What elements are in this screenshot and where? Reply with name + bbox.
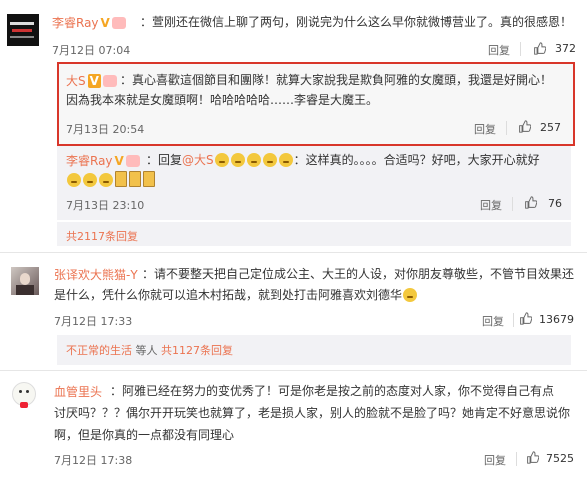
comment1-time: 7月12日 07:04 [52,44,131,57]
comment2-time: 7月12日 17:33 [54,315,133,328]
comment2-username[interactable]: 张译欢大熊猫-Y [54,266,138,283]
comment3-text-line1: ：阿雅已经在努力的变优秀了！可是你老是按之前的态度对人家，你不觉得自己有点 [110,384,555,398]
mention-link[interactable]: @大S [182,153,214,167]
comment1-username-row: 李睿Ray V [52,14,126,31]
avatar-xueguanlitou[interactable] [8,378,38,412]
comment3-username[interactable]: 血管里头 [54,383,102,400]
divider [512,197,513,211]
level-badge-icon [125,155,140,167]
reply1-username[interactable]: 大S [66,74,86,88]
vip-badge-icon: V [114,154,124,168]
vip-badge-icon: V [87,74,101,88]
comment1-username[interactable]: 李睿Ray [52,16,99,30]
emoji-icon [67,173,81,187]
replier-suffix: 等人 [135,344,158,357]
reply2-like-count: 76 [548,197,562,210]
emoji-icon [214,153,229,167]
reply1-text-line1: ：真心喜歡這個節目和團隊！就算大家說我是欺負阿雅的女魔頭，我還是好開心！ [120,73,553,87]
thumbs-up-icon[interactable] [518,120,531,133]
comment1-like-count: 372 [555,42,576,55]
reply2-prefix: ：回复 [146,153,183,167]
reply1-reply-button[interactable]: 回复 [474,121,496,137]
thumbs-up-icon[interactable] [524,196,537,209]
avatar-liruiray[interactable] [7,14,39,46]
emoji-icon [99,173,113,187]
comment2-reply-button[interactable]: 回复 [482,313,504,329]
reply2-text-line1: ：回复@大S ：这样真的。。。。合适吗？好吧，大家开心就好 [146,151,540,169]
reply2-username-row: 李睿Ray V [66,152,140,169]
divider [506,121,507,135]
replier-summary: 不正常的生活 等人 共1127条回复 [66,342,233,360]
replier-link[interactable]: 不正常的生活 [66,344,132,357]
comment1-text: ：萱刚还在微信上聊了两句，刚说完为什么这么早你就微博营业了。真的很感恩！ [140,15,573,29]
comment3-text-line2: 讨厌吗？？？偶尔开开玩笑也就算了，老是损人家，别人的脸就不是脸了吗？她肯定不好意… [54,406,571,420]
reply2-reply-button[interactable]: 回复 [480,197,502,213]
reply2-time: 7月13日 23:10 [66,199,145,212]
emoji-icon [230,153,245,167]
divider [0,252,587,253]
level-badge-icon [102,75,117,87]
more-replies-link[interactable]: 共1127条回复 [161,344,233,357]
emoji-icon [246,153,261,167]
reply1-username-row: 大S V [66,72,117,89]
comment-thread: 李睿Ray V ：萱刚还在微信上聊了两句，刚说完为什么这么早你就微博营业了。真的很… [0,0,587,479]
emoji-icon [278,153,293,167]
reply2-emoji-row [66,171,156,189]
comment2-text-line2-row: 是什么，凭什么你就可以追木村拓哉，就到处打击阿雅喜欢刘德华 [54,286,418,304]
more-replies-link[interactable]: 共2117条回复 [66,228,138,244]
comment3-text-line3: 啊，但是你真的一点都没有同理心 [54,428,235,442]
comment1-reply-button[interactable]: 回复 [488,42,510,58]
divider [0,370,587,371]
comment3-reply-button[interactable]: 回复 [484,452,506,468]
reply2-username[interactable]: 李睿Ray [66,154,113,168]
comment2-text-line1: ：请不要整天把自己定位成公主、大王的人设，对你朋友尊敬些，不管节目效果还 [142,267,575,281]
reply1-time: 7月13日 20:54 [66,123,145,136]
comment3-like-count: 7525 [546,452,574,465]
reply1-like-count: 257 [540,121,561,134]
comment2-like-count: 13679 [539,313,574,326]
comment2-text-line2: 是什么，凭什么你就可以追木村拓哉，就到处打击阿雅喜欢刘德华 [54,288,403,302]
emoji-icon [83,173,97,187]
beer-emoji-icon [115,171,127,187]
comment3-time: 7月12日 17:38 [54,454,133,467]
thumbs-up-icon[interactable] [533,42,546,55]
reply2-suffix: ：这样真的。。。。合适吗？好吧，大家开心就好 [293,153,540,167]
emoji-icon [403,288,418,302]
divider [516,452,517,466]
divider [513,313,514,327]
beer-emoji-icon [143,171,155,187]
emoji-icon [262,153,277,167]
level-badge-icon [111,17,126,29]
beer-emoji-icon [129,171,141,187]
reply1-text-line2: 因為我本來就是女魔頭啊！哈哈哈哈哈……李睿是大魔王。 [66,93,379,107]
vip-badge-icon: V [100,16,110,30]
avatar-zhangyihuan[interactable] [11,267,39,295]
divider [520,42,521,56]
thumbs-up-icon[interactable] [519,312,532,325]
thumbs-up-icon[interactable] [526,451,539,464]
